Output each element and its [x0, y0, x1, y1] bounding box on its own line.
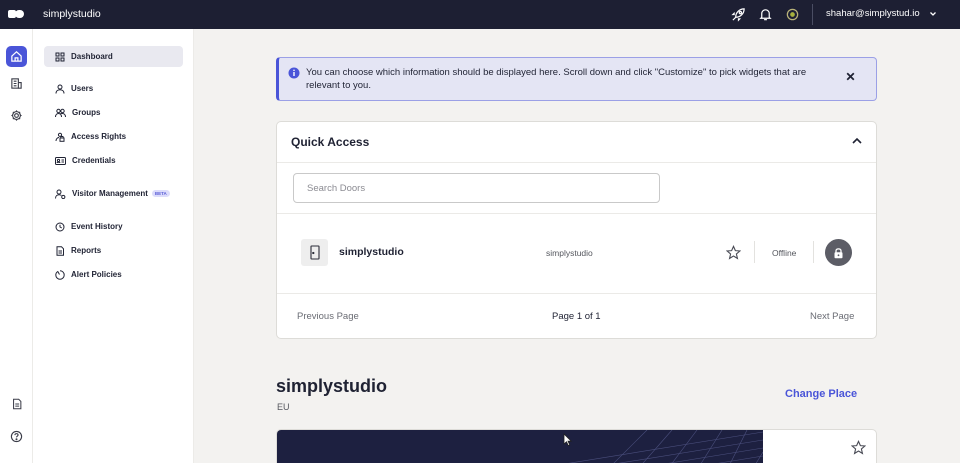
door-icon-tile — [301, 239, 328, 266]
clock-icon — [55, 222, 65, 231]
quick-access-title: Quick Access — [291, 135, 370, 149]
search-doors-input[interactable] — [293, 173, 660, 203]
sidebar-item-label: Credentials — [72, 156, 116, 165]
next-page-button[interactable]: Next Page — [810, 311, 854, 322]
sidebar: Dashboard Users Groups Access Rights Cre… — [33, 29, 194, 463]
place-title: simplystudio — [276, 376, 388, 396]
visitor-icon — [55, 189, 66, 199]
sidebar-item-label: Reports — [71, 246, 102, 255]
star-icon[interactable] — [726, 245, 741, 260]
bell-icon[interactable] — [758, 7, 773, 22]
lock-icon — [834, 247, 843, 258]
door-status: Offline — [772, 248, 797, 258]
sidebar-item-reports[interactable]: Reports — [44, 240, 183, 261]
divider — [277, 293, 876, 294]
sidebar-item-visitor-management[interactable]: Visitor Management BETA — [44, 183, 183, 204]
sidebar-item-label: Users — [71, 84, 94, 93]
home-icon — [11, 51, 22, 62]
building-icon — [11, 78, 22, 89]
change-place-button[interactable]: Change Place — [785, 388, 857, 400]
mouse-cursor-icon — [563, 433, 573, 447]
divider — [813, 241, 814, 263]
lock-group-icon — [55, 132, 65, 142]
id-card-icon — [55, 156, 66, 165]
document-icon — [12, 398, 21, 409]
beta-badge: BETA — [151, 190, 170, 197]
place-image — [277, 430, 764, 463]
sidebar-item-event-history[interactable]: Event History — [44, 216, 183, 237]
rail-help-button[interactable] — [6, 426, 27, 447]
logo-icon[interactable] — [8, 9, 24, 19]
door-place: simplystudio — [546, 248, 593, 258]
info-icon — [288, 67, 300, 79]
rocket-icon[interactable] — [731, 7, 746, 22]
divider — [754, 241, 755, 263]
icon-rail — [0, 29, 33, 463]
divider — [277, 213, 876, 214]
quick-access-card: Quick Access simplystudio simplystudio O… — [276, 121, 877, 339]
sidebar-item-alert-policies[interactable]: Alert Policies — [44, 264, 183, 285]
page-indicator: Page 1 of 1 — [552, 311, 601, 322]
sidebar-item-dashboard[interactable]: Dashboard — [44, 46, 183, 67]
alert-icon — [55, 269, 65, 280]
info-banner: You can choose which information should … — [276, 57, 877, 101]
chevron-down-icon[interactable] — [928, 9, 938, 19]
divider — [277, 162, 876, 163]
gear-icon — [11, 110, 22, 121]
sidebar-item-credentials[interactable]: Credentials — [44, 150, 183, 171]
header-divider — [812, 4, 813, 25]
grid-illustration — [568, 430, 764, 463]
rail-documents-button[interactable] — [6, 393, 27, 414]
help-icon — [10, 430, 23, 443]
sidebar-item-label: Alert Policies — [71, 270, 122, 279]
user-email[interactable]: shahar@simplystud.io — [826, 8, 920, 19]
top-bar: simplystudio shahar@simplystud.io — [0, 0, 960, 29]
place-region: EU — [277, 402, 290, 412]
previous-page-button[interactable]: Previous Page — [297, 311, 359, 322]
banner-message: You can choose which information should … — [306, 67, 807, 91]
star-icon[interactable] — [851, 440, 866, 455]
group-icon — [55, 108, 66, 117]
rail-home-button[interactable] — [6, 46, 27, 67]
chevron-up-icon[interactable] — [851, 136, 863, 146]
user-icon — [55, 84, 65, 94]
app-name: simplystudio — [43, 8, 101, 20]
rail-buildings-button[interactable] — [6, 73, 27, 94]
sidebar-item-label: Visitor Management — [72, 189, 148, 198]
door-icon — [309, 245, 320, 260]
grid-icon — [55, 52, 65, 61]
sidebar-item-label: Access Rights — [71, 132, 127, 141]
report-icon — [56, 245, 64, 256]
sidebar-item-label: Event History — [71, 222, 123, 231]
sidebar-item-users[interactable]: Users — [44, 78, 183, 99]
close-icon[interactable] — [845, 71, 856, 82]
place-card — [276, 429, 877, 463]
sidebar-item-groups[interactable]: Groups — [44, 102, 183, 123]
door-name[interactable]: simplystudio — [339, 246, 404, 258]
sidebar-item-access-rights[interactable]: Access Rights — [44, 126, 183, 147]
sidebar-item-label: Groups — [72, 108, 101, 117]
rail-settings-button[interactable] — [6, 105, 27, 126]
unlock-door-button[interactable] — [825, 239, 852, 266]
sidebar-item-label: Dashboard — [71, 52, 113, 61]
status-indicator-icon[interactable] — [785, 7, 800, 22]
